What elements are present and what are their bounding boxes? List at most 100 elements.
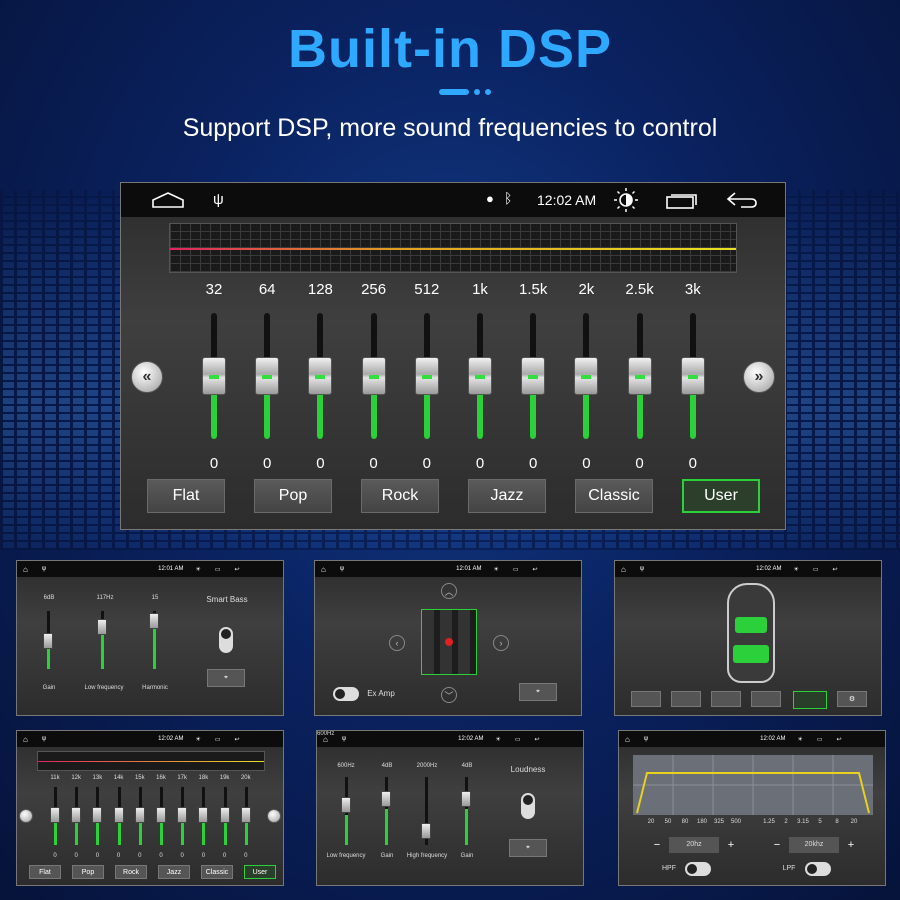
prev-page-button[interactable] (19, 809, 33, 823)
band-value: 0 (582, 455, 591, 472)
lpf-toggle[interactable] (805, 862, 831, 876)
band-slider-knob[interactable] (574, 357, 599, 395)
preset-button-classic[interactable]: Classic (575, 479, 653, 513)
recent-apps-icon[interactable]: ▭ (215, 736, 221, 743)
hpf-increase-button[interactable]: + (723, 837, 739, 853)
home-icon[interactable]: ⌂ (621, 565, 626, 574)
zone-button-2[interactable] (671, 691, 701, 707)
back-icon[interactable]: ↩ (837, 736, 842, 743)
recent-apps-icon[interactable]: ▭ (215, 566, 221, 573)
low-frequency-knob[interactable] (97, 619, 107, 635)
band-slider-knob[interactable] (202, 357, 226, 395)
page-title: Built-in DSP (288, 19, 612, 79)
home-icon[interactable]: ⌂ (321, 565, 326, 574)
band-slider-knob[interactable] (92, 807, 103, 823)
back-icon[interactable]: ↩ (235, 736, 240, 743)
back-icon[interactable]: ↩ (833, 566, 838, 573)
lpf-increase-button[interactable]: + (843, 837, 859, 853)
back-icon[interactable]: ↩ (533, 566, 538, 573)
preset-button-rock[interactable]: Rock (361, 479, 439, 513)
back-icon[interactable] (725, 190, 759, 210)
brightness-icon[interactable]: ☀ (797, 736, 802, 743)
prev-page-button[interactable]: « (131, 361, 163, 393)
left-arrow-button[interactable]: ‹ (389, 635, 405, 651)
preset-button-rock[interactable]: Rock (115, 865, 147, 879)
band-value: 0 (74, 853, 78, 859)
band-slider-knob[interactable] (219, 807, 230, 823)
brightness-icon[interactable]: ☀ (195, 566, 200, 573)
brightness-icon[interactable]: ☀ (495, 736, 500, 743)
high-frequency-knob[interactable] (421, 823, 431, 839)
low-gain-slider[interactable] (385, 777, 388, 845)
harmonic-knob[interactable] (149, 613, 159, 629)
preset-button-jazz[interactable]: Jazz (468, 479, 546, 513)
recent-apps-icon[interactable]: ▭ (813, 566, 819, 573)
back-icon[interactable]: ↩ (535, 736, 540, 743)
zone-button-all[interactable] (793, 691, 827, 709)
band-slider-knob[interactable] (627, 357, 652, 395)
band-slider-knob[interactable] (177, 807, 188, 823)
band-slider-knob[interactable] (521, 357, 546, 395)
recent-apps-icon[interactable] (665, 192, 699, 210)
preset-button-flat[interactable]: Flat (147, 479, 225, 513)
band-slider-knob[interactable] (134, 807, 145, 823)
preset-button-user[interactable]: User (682, 479, 760, 513)
preset-button-flat[interactable]: Flat (29, 865, 61, 879)
home-icon[interactable]: ⌂ (23, 735, 28, 744)
settings-button[interactable]: ⌖ (207, 669, 245, 687)
low-frequency-knob[interactable] (341, 797, 351, 813)
back-icon[interactable]: ↩ (235, 566, 240, 573)
recent-apps-icon[interactable]: ▭ (515, 736, 521, 743)
band-slider-knob[interactable] (414, 357, 439, 395)
band-slider-knob[interactable] (113, 807, 124, 823)
band-slider-knob[interactable] (50, 807, 60, 823)
gain-knob[interactable] (43, 633, 53, 649)
down-arrow-button[interactable]: ﹀ (441, 687, 457, 703)
zone-button-3[interactable] (711, 691, 741, 707)
preset-button-jazz[interactable]: Jazz (158, 865, 190, 879)
band-slider-knob[interactable] (361, 357, 386, 395)
home-icon[interactable]: ⌂ (23, 565, 28, 574)
band-slider-knob[interactable] (680, 357, 705, 395)
hpf-toggle[interactable] (685, 862, 711, 876)
smart-bass-toggle[interactable] (219, 627, 233, 653)
brightness-icon[interactable] (613, 187, 639, 213)
preset-button-classic[interactable]: Classic (201, 865, 233, 879)
band-slider-knob[interactable] (468, 357, 492, 395)
up-arrow-button[interactable]: ︿ (441, 583, 457, 599)
zone-button-4[interactable] (751, 691, 781, 707)
brightness-icon[interactable]: ☀ (493, 566, 498, 573)
band-slider-knob[interactable] (240, 807, 251, 823)
right-arrow-button[interactable]: › (493, 635, 509, 651)
high-gain-value: 4dB (461, 763, 473, 769)
brightness-icon[interactable]: ☀ (195, 736, 200, 743)
settings-button[interactable]: ⌖ (519, 683, 557, 701)
preset-button-user[interactable]: User (244, 865, 276, 879)
zone-button-1[interactable] (631, 691, 661, 707)
band-slider-knob[interactable] (308, 357, 333, 395)
low-gain-knob[interactable] (381, 791, 391, 807)
listening-position-dot[interactable] (445, 638, 453, 646)
band-slider-knob[interactable] (198, 807, 209, 823)
loudness-toggle[interactable] (521, 793, 535, 819)
home-icon[interactable] (151, 191, 185, 209)
preset-button-pop[interactable]: Pop (254, 479, 332, 513)
lpf-decrease-button[interactable]: − (769, 837, 785, 853)
usb-icon: ψ (643, 736, 649, 742)
band-slider-knob[interactable] (71, 807, 82, 823)
band-slider-knob[interactable] (156, 807, 166, 823)
home-icon[interactable]: ⌂ (625, 735, 630, 744)
high-gain-slider[interactable] (465, 777, 468, 845)
recent-apps-icon[interactable]: ▭ (817, 736, 823, 743)
high-gain-knob[interactable] (461, 791, 471, 807)
band-slider-knob[interactable] (255, 357, 280, 395)
settings-button[interactable]: ⌖ (509, 839, 547, 857)
preset-button-pop[interactable]: Pop (72, 865, 104, 879)
user-settings-button[interactable]: ⚙ (837, 691, 867, 707)
next-page-button[interactable]: » (743, 361, 775, 393)
brightness-icon[interactable]: ☀ (793, 566, 798, 573)
hpf-decrease-button[interactable]: − (649, 837, 665, 853)
recent-apps-icon[interactable]: ▭ (513, 566, 519, 573)
next-page-button[interactable] (267, 809, 281, 823)
ex-amp-toggle[interactable] (333, 687, 359, 701)
